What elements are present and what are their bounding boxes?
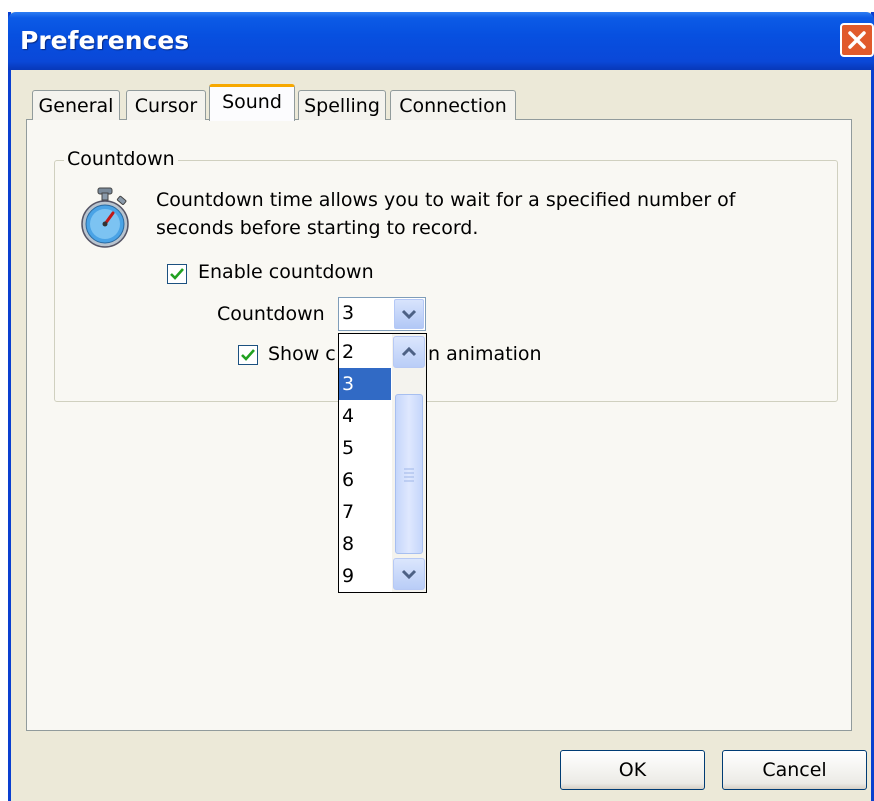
- tab-label: Cursor: [134, 95, 198, 117]
- countdown-dropdown-list[interactable]: 2 3 4 5 6 7 8 9: [338, 333, 427, 593]
- tab-label: General: [38, 95, 114, 117]
- dropdown-option[interactable]: 7: [339, 496, 391, 528]
- chevron-down-icon: [401, 309, 417, 320]
- close-button[interactable]: [840, 23, 874, 57]
- tab-general[interactable]: General: [32, 90, 120, 120]
- countdown-description: Countdown time allows you to wait for a …: [156, 186, 776, 242]
- ok-button[interactable]: OK: [560, 750, 705, 790]
- checkmark-icon: [241, 349, 255, 361]
- dropdown-scrollbar[interactable]: [392, 334, 426, 592]
- show-animation-label-start: Show c: [268, 343, 336, 365]
- enable-countdown-label: Enable countdown: [198, 261, 374, 283]
- dropdown-option[interactable]: 4: [339, 400, 391, 432]
- dropdown-option-selected[interactable]: 3: [339, 368, 391, 400]
- tab-label: Connection: [399, 95, 507, 117]
- description-line: seconds before starting to record.: [156, 217, 479, 239]
- close-icon: [848, 31, 866, 49]
- show-animation-label-end: n animation: [428, 343, 542, 365]
- dropdown-option[interactable]: 8: [339, 528, 391, 560]
- chevron-up-icon: [401, 346, 417, 357]
- grip-icon: [404, 468, 414, 482]
- scroll-down-button[interactable]: [393, 558, 425, 590]
- tab-label: Spelling: [304, 95, 380, 117]
- stopwatch-icon: [81, 187, 129, 248]
- countdown-label: Countdown: [217, 303, 325, 325]
- scrollbar-thumb[interactable]: [395, 394, 423, 554]
- window-title: Preferences: [20, 26, 190, 55]
- enable-countdown-checkbox[interactable]: [167, 264, 187, 284]
- tab-spelling[interactable]: Spelling: [298, 90, 386, 120]
- cancel-button[interactable]: Cancel: [722, 750, 867, 790]
- title-bar[interactable]: Preferences: [8, 12, 874, 70]
- countdown-combobox[interactable]: 3: [338, 297, 426, 331]
- show-animation-checkbox[interactable]: [238, 345, 258, 365]
- dropdown-option[interactable]: 5: [339, 432, 391, 464]
- tab-cursor[interactable]: Cursor: [126, 90, 206, 120]
- combobox-dropdown-button[interactable]: [394, 299, 424, 329]
- scroll-up-button[interactable]: [393, 336, 425, 368]
- description-line: Countdown time allows you to wait for a …: [156, 189, 736, 211]
- combobox-value: 3: [342, 302, 355, 324]
- tab-connection[interactable]: Connection: [390, 90, 516, 120]
- tab-sound[interactable]: Sound: [209, 84, 295, 121]
- dropdown-option[interactable]: 6: [339, 464, 391, 496]
- tab-label: Sound: [222, 91, 282, 113]
- dropdown-option[interactable]: 9: [339, 560, 391, 592]
- chevron-down-icon: [401, 569, 417, 580]
- dropdown-option[interactable]: 2: [339, 336, 391, 368]
- countdown-group-legend: Countdown: [64, 148, 178, 170]
- checkmark-icon: [170, 268, 184, 280]
